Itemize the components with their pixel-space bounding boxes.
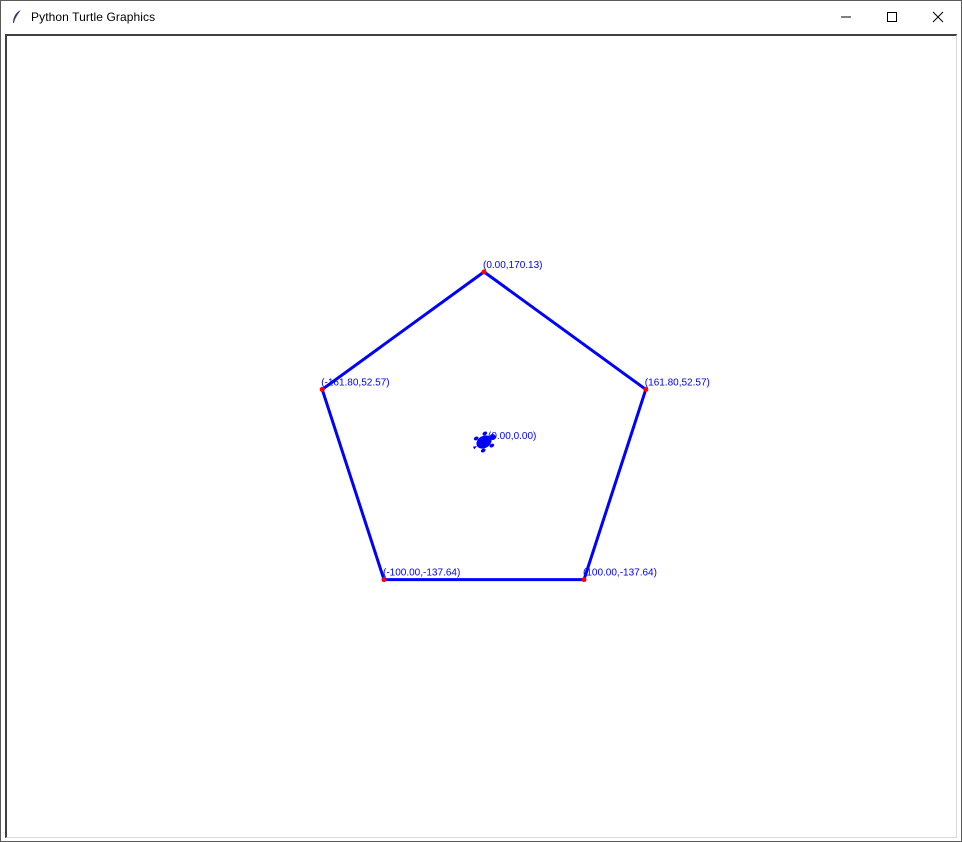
pentagon-edge <box>320 270 486 391</box>
vertex-label: (161.80,52.57) <box>645 377 710 388</box>
turtle-canvas-frame[interactable]: (0.00,170.13) (161.80,52.57) (100.00,-137.… <box>5 34 957 838</box>
minimize-icon <box>841 16 851 17</box>
window-title: Python Turtle Graphics <box>31 9 156 24</box>
pentagon-edge <box>582 387 648 582</box>
vertex-label: (0.00,170.13) <box>483 260 543 271</box>
feather-icon <box>13 9 22 23</box>
vertex-label: (-100.00,-137.64) <box>383 568 460 579</box>
turtle-canvas[interactable]: (0.00,170.13) (161.80,52.57) (100.00,-137.… <box>7 36 956 837</box>
drawing-layer: (0.00,170.13) (161.80,52.57) (100.00,-137.… <box>319 260 710 583</box>
close-button[interactable] <box>915 1 961 32</box>
turtle-position-label: (0.00,0.00) <box>488 431 536 442</box>
vertex-label: (-161.80,52.57) <box>321 377 389 388</box>
vertex-label: (100.00,-137.64) <box>583 568 657 579</box>
window-controls <box>823 1 961 32</box>
maximize-button[interactable] <box>869 1 915 32</box>
close-icon <box>932 11 944 22</box>
turtle-window: Python Turtle Graphics (0.00,170.13) (16… <box>0 0 962 842</box>
maximize-icon <box>887 11 897 22</box>
minimize-button[interactable] <box>823 1 869 32</box>
pentagon-edge <box>320 387 386 582</box>
pentagon-edge <box>482 270 648 391</box>
title-bar[interactable]: Python Turtle Graphics <box>1 1 961 32</box>
